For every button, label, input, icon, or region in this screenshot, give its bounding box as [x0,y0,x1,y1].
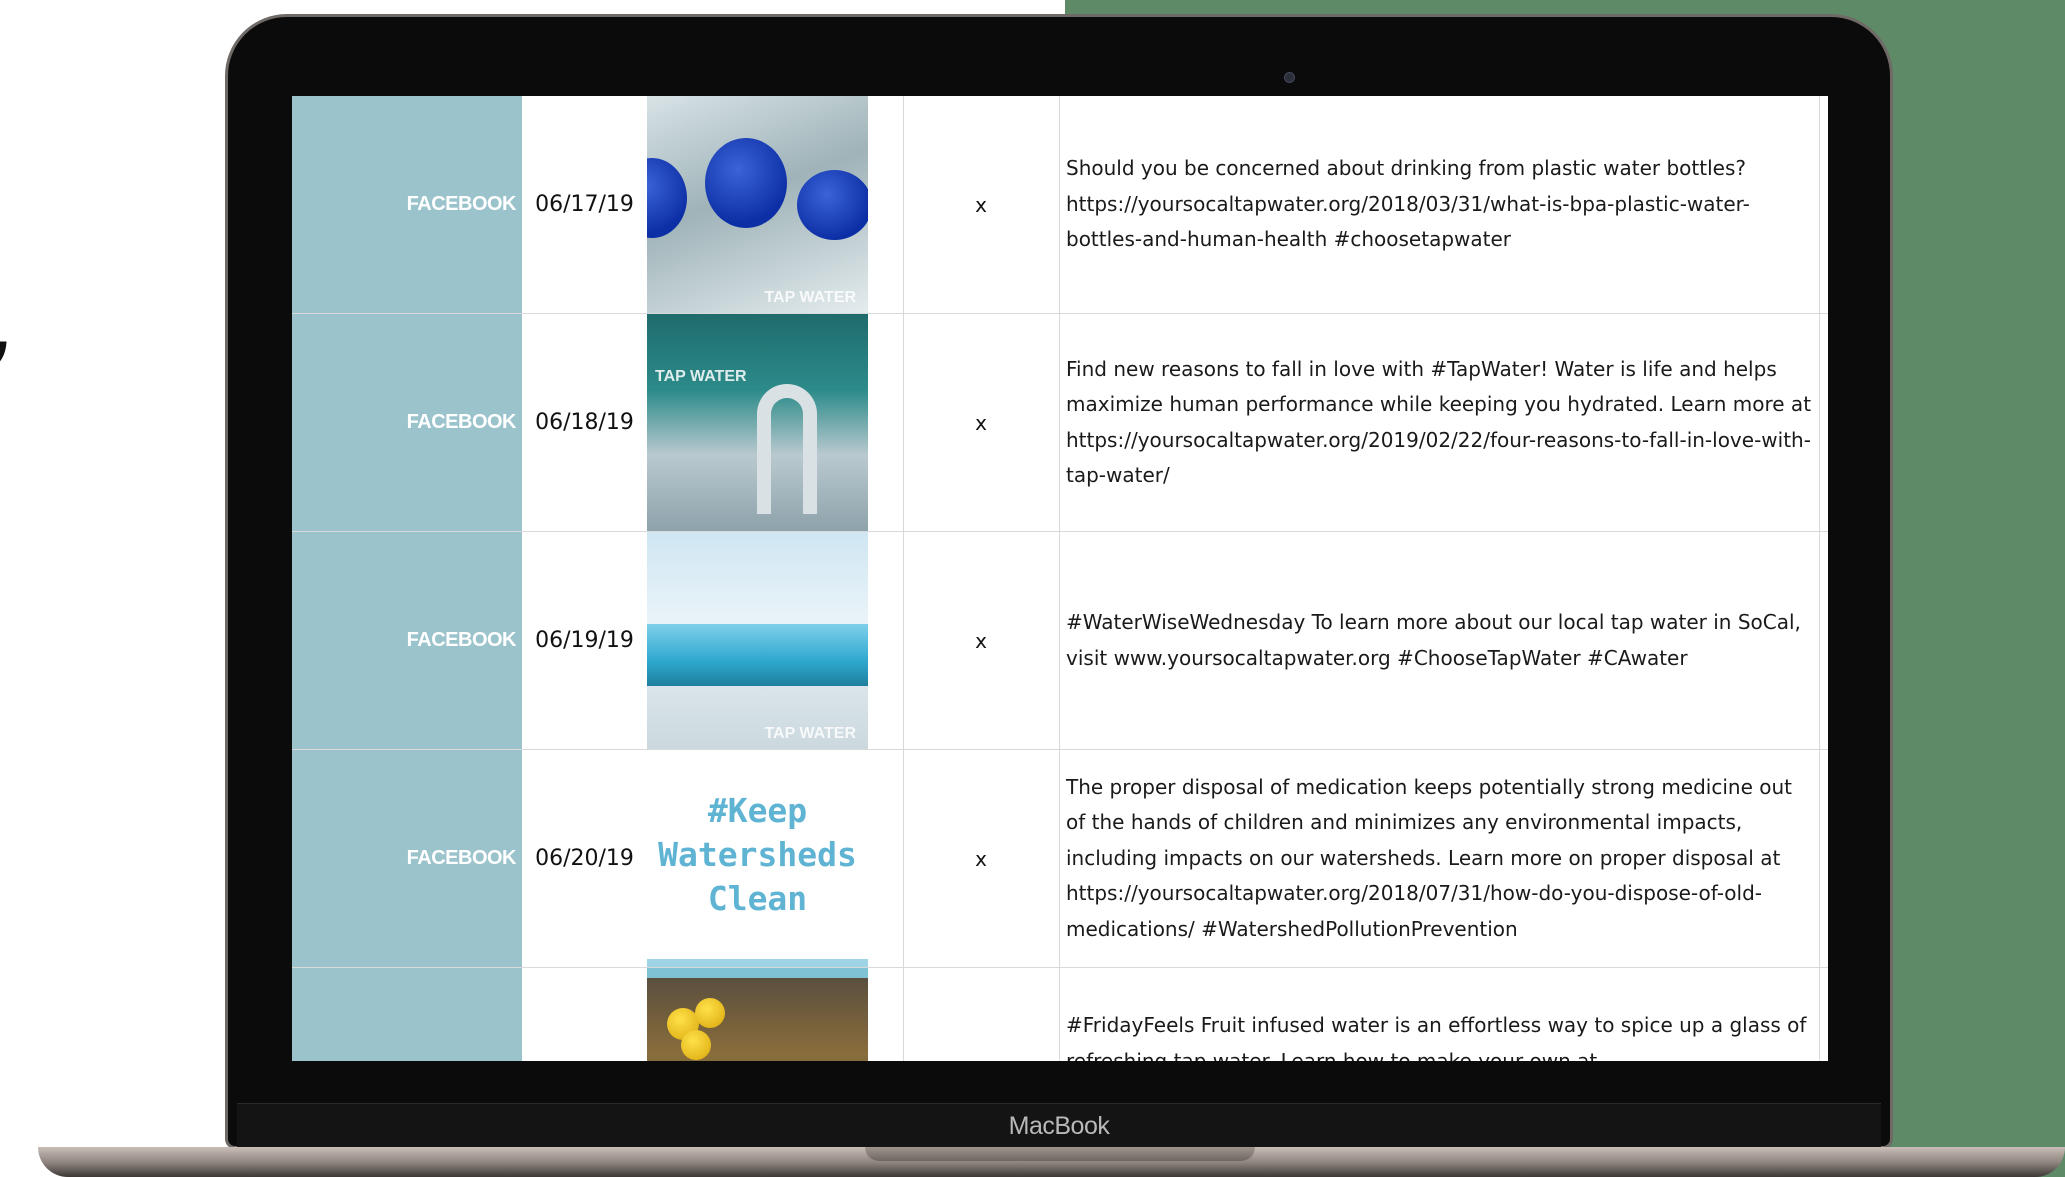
decorative-mark: , [0,255,18,375]
post-copy-cell[interactable]: The proper disposal of medication keeps … [1060,750,1820,967]
platform-cell[interactable]: FACEBOOK [292,314,522,531]
post-copy-cell[interactable]: #WaterWiseWednesday To learn more about … [1060,532,1820,749]
platform-label: FACEBOOK [406,411,517,433]
table-row: FACEBOOK 06/17/19 TAP WATER x Should you… [292,96,1828,314]
tap-water-logo: TAP WATER [655,368,747,385]
pipe-icon [647,624,868,686]
brand-label: MacBook [1008,1112,1110,1140]
post-copy-text: Should you be concerned about drinking f… [1066,156,1750,252]
post-image-cell[interactable]: TAP WATER [647,532,868,749]
platform-label: FACEBOOK [406,847,517,869]
post-copy-cell[interactable]: #FridayFeels Fruit infused water is an e… [1060,968,1820,1061]
bottle-cap-icon [797,170,868,240]
platform-cell[interactable]: FACEBOOK [292,750,522,967]
post-image-cell[interactable]: TAP WATER [647,96,868,313]
lemon-icon [695,998,725,1028]
empty-cell[interactable] [868,96,904,313]
platform-cell[interactable] [292,968,522,1061]
platform-label: FACEBOOK [406,629,517,651]
table-row: FACEBOOK 06/18/19 TAP WATER x Find new r… [292,314,1828,532]
spreadsheet-screen: FACEBOOK 06/17/19 TAP WATER x Should you… [292,96,1828,1061]
post-copy-cell[interactable]: Should you be concerned about drinking f… [1060,96,1820,313]
tap-water-logo: TAP WATER [764,289,856,306]
post-copy-text: #WaterWiseWednesday To learn more about … [1066,610,1801,670]
platform-cell[interactable]: FACEBOOK [292,96,522,313]
table-row: FACEBOOK 06/20/19 #Keep Watersheds Clean… [292,750,1828,968]
lemon-icon [681,1030,711,1060]
thumbnail-headline: #Keep Watersheds Clean [658,790,857,918]
post-copy-cell[interactable]: Find new reasons to fall in love with #T… [1060,314,1820,531]
post-image-cell[interactable] [647,968,868,1061]
platform-label: FACEBOOK [406,193,517,215]
post-image-cell[interactable]: TAP WATER [647,314,868,531]
check-cell[interactable]: x [903,96,1060,313]
date-cell[interactable]: 06/17/19 [522,96,647,313]
laptop-chin: MacBook [237,1103,1881,1148]
check-cell[interactable] [903,968,1060,1061]
check-cell[interactable]: x [903,750,1060,967]
empty-cell[interactable] [868,750,904,967]
faucet-icon [757,384,817,514]
post-copy-text: Find new reasons to fall in love with #T… [1066,356,1812,488]
post-copy-text: #FridayFeels Fruit infused water is an e… [1066,1013,1807,1061]
keep-watersheds-clean-thumbnail: #Keep Watersheds Clean [647,750,868,967]
bottle-cap-icon [705,138,787,228]
fruit-water-thumbnail [647,968,868,1061]
tap-water-logo: TAP WATER [764,725,856,742]
plastic-bottles-thumbnail: TAP WATER [647,96,868,313]
water-pipe-thumbnail: TAP WATER [647,532,868,749]
empty-cell[interactable] [868,314,904,531]
empty-cell[interactable] [868,532,904,749]
check-cell[interactable]: x [903,314,1060,531]
webcam-icon [1284,72,1295,83]
laptop-notch [865,1147,1255,1161]
date-cell[interactable]: 06/20/19 [522,750,647,967]
table-row: FACEBOOK 06/19/19 TAP WATER x #WaterWise… [292,532,1828,750]
platform-cell[interactable]: FACEBOOK [292,532,522,749]
table-row: #FridayFeels Fruit infused water is an e… [292,968,1828,1061]
check-cell[interactable]: x [903,532,1060,749]
empty-cell[interactable] [868,968,904,1061]
bottle-cap-icon [647,158,687,238]
date-cell[interactable]: 06/18/19 [522,314,647,531]
faucet-thumbnail: TAP WATER [647,314,868,531]
date-cell[interactable] [522,968,647,1061]
post-copy-text: The proper disposal of medication keeps … [1066,774,1792,941]
date-cell[interactable]: 06/19/19 [522,532,647,749]
post-image-cell[interactable]: #Keep Watersheds Clean [647,750,868,967]
